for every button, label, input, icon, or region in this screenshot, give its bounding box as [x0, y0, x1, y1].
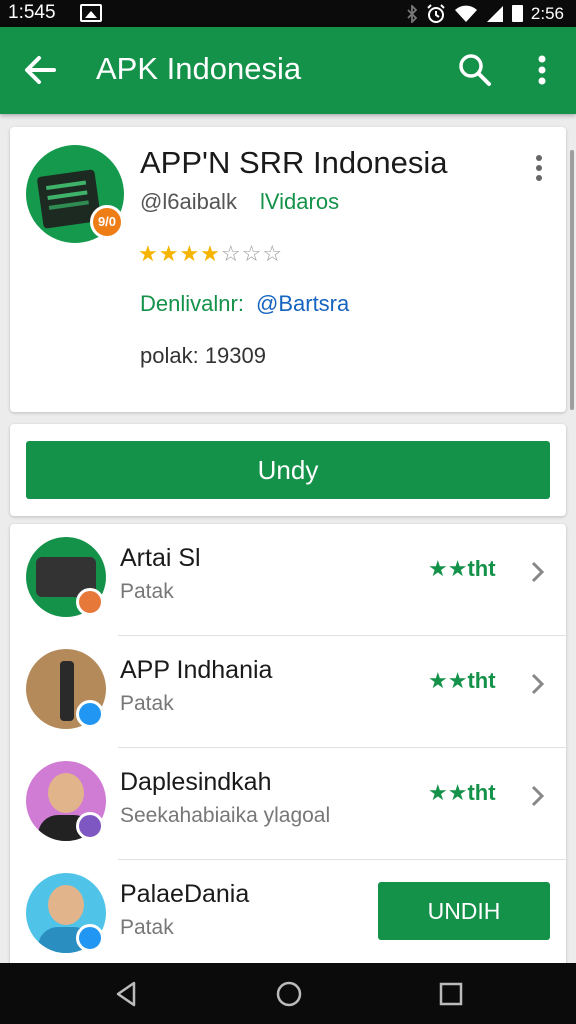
download-label: Denlivalnr:: [140, 291, 244, 316]
alarm-icon: [427, 3, 445, 23]
more-vert-icon[interactable]: [522, 49, 562, 91]
install-button[interactable]: UNDIH: [378, 882, 550, 940]
status-bar: 1:545 2:56: [0, 0, 576, 27]
star-rating: ★★★★☆☆☆: [138, 241, 283, 267]
download-count: polak: 19309: [140, 343, 266, 368]
action-card: Undy: [10, 424, 566, 516]
list-item-subtitle: Seekahabiaika ylagoal: [120, 804, 331, 827]
primary-action-button[interactable]: Undy: [26, 441, 550, 499]
back-triangle-icon[interactable]: [112, 979, 142, 1009]
battery-icon: [511, 5, 523, 22]
status-icons: 2:56: [406, 0, 564, 27]
list-item-rating: ★★tht: [428, 556, 496, 581]
page-title: APK Indonesia: [96, 51, 302, 86]
chevron-right-icon[interactable]: [528, 670, 548, 698]
list-item-subtitle: Patak: [120, 916, 174, 939]
list-item-rating: ★★tht: [428, 780, 496, 805]
status-time-right: 2:56: [530, 4, 564, 23]
card-more-icon[interactable]: [528, 151, 550, 185]
badge-icon: [76, 588, 104, 616]
bluetooth-icon: [407, 4, 418, 23]
badge-icon: [76, 700, 104, 728]
app-icon-badge: 9/0: [90, 205, 124, 239]
home-circle-icon[interactable]: [274, 979, 304, 1009]
status-time: 1:545: [8, 2, 56, 23]
list-item[interactable]: Daplesindkah Seekahabiaika ylagoal ★★tht: [10, 748, 566, 860]
related-apps-list: Artai Sl Patak ★★tht APP Indhania Patak …: [10, 524, 566, 969]
list-item[interactable]: PalaeDania Patak UNDIH: [10, 860, 566, 969]
empty-stars-icon: ☆☆☆: [220, 241, 284, 266]
download-value-link[interactable]: @Bartsra: [256, 291, 349, 317]
signal-icon: [486, 5, 503, 22]
search-icon[interactable]: [454, 49, 496, 91]
chevron-right-icon[interactable]: [528, 558, 548, 586]
list-item-title: APP Indhania: [120, 656, 273, 684]
image-notification-icon: [80, 4, 102, 22]
system-nav-bar: [0, 963, 576, 1024]
list-item-title: Artai Sl: [120, 544, 201, 572]
list-item-subtitle: Patak: [120, 580, 174, 603]
list-item-subtitle: Patak: [120, 692, 174, 715]
app-bar: APK Indonesia: [0, 27, 576, 114]
scrollbar[interactable]: [570, 150, 574, 410]
list-item-title: Daplesindkah: [120, 768, 272, 796]
list-item-title: PalaeDania: [120, 880, 250, 908]
badge-icon: [76, 924, 104, 952]
back-arrow-icon[interactable]: [20, 49, 62, 91]
filled-stars-icon: ★★★★: [138, 241, 221, 266]
wifi-icon: [454, 5, 477, 22]
app-detail-card: 9/0 APP'N SRR Indonesia @l6aibalk lVidar…: [10, 127, 566, 412]
list-item[interactable]: APP Indhania Patak ★★tht: [10, 636, 566, 748]
developer-link[interactable]: lVidaros: [260, 189, 339, 215]
recents-square-icon[interactable]: [436, 979, 466, 1009]
badge-icon: [76, 812, 104, 840]
list-item-rating: ★★tht: [428, 668, 496, 693]
developer-handle: @l6aibalk: [140, 189, 237, 214]
list-item[interactable]: Artai Sl Patak ★★tht: [10, 524, 566, 636]
app-name: APP'N SRR Indonesia: [140, 145, 448, 180]
chevron-right-icon[interactable]: [528, 782, 548, 810]
